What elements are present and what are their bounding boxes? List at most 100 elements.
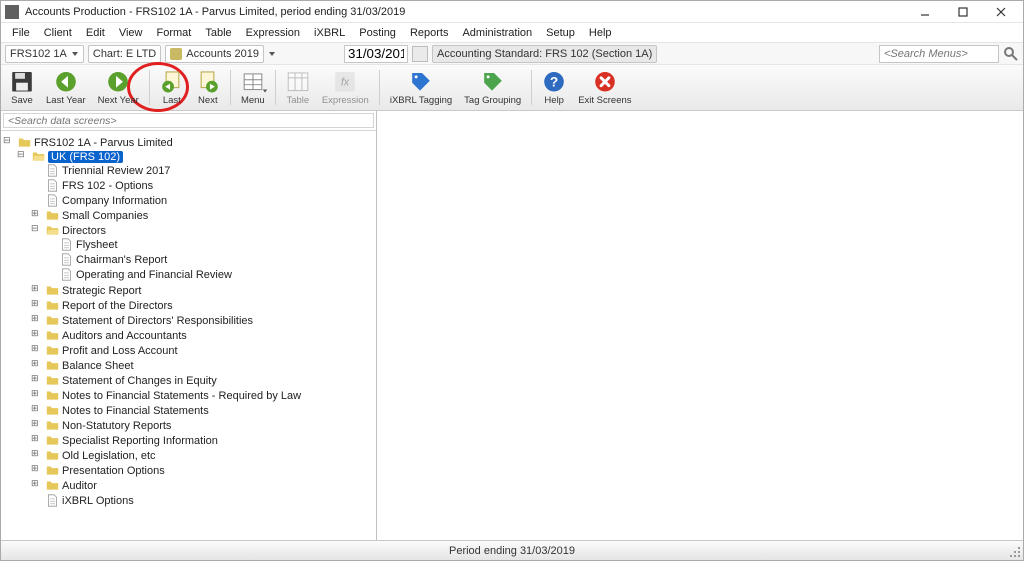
tree-item[interactable]: Auditors and Accountants — [33, 329, 374, 342]
tree-search-input[interactable] — [3, 113, 374, 128]
chip-standard[interactable]: Accounting Standard: FRS 102 (Section 1A… — [432, 45, 657, 63]
tree-selected[interactable]: UK (FRS 102) — [19, 150, 374, 163]
expand-toggle[interactable] — [33, 451, 43, 461]
ribbon-lastyear[interactable]: Last Year — [41, 67, 91, 108]
chip-project[interactable]: FRS102 1A — [5, 45, 84, 63]
ribbon-ixbrl[interactable]: iXBRL Tagging — [385, 67, 457, 108]
chevron-down-icon — [71, 50, 79, 58]
menu-client[interactable]: Client — [37, 25, 79, 41]
tree-item-label: Old Legislation, etc — [62, 450, 156, 462]
folder-icon — [46, 449, 59, 462]
ribbon-help[interactable]: Help — [537, 67, 571, 108]
close-button[interactable] — [983, 2, 1019, 22]
tree-view[interactable]: FRS102 1A - Parvus LimitedUK (FRS 102) Tr… — [1, 131, 376, 540]
menu-expression[interactable]: Expression — [239, 25, 307, 41]
menu-edit[interactable]: Edit — [79, 25, 112, 41]
tree-item-label: Triennial Review 2017 — [62, 165, 170, 177]
ribbon-label: Table — [286, 96, 309, 106]
menu-file[interactable]: File — [5, 25, 37, 41]
expand-toggle[interactable] — [33, 346, 43, 356]
tree-item[interactable]: Operating and Financial Review — [47, 268, 374, 281]
menu-search-input[interactable] — [879, 45, 999, 63]
tree-item[interactable]: Profit and Loss Account — [33, 344, 374, 357]
expand-toggle[interactable] — [33, 301, 43, 311]
expand-toggle[interactable] — [33, 481, 43, 491]
tree-item[interactable]: Auditor — [33, 479, 374, 492]
tree-item[interactable]: Presentation Options — [33, 464, 374, 477]
tree-item[interactable]: Statement of Changes in Equity — [33, 374, 374, 387]
search-icon[interactable] — [1003, 46, 1019, 62]
ribbon-exit[interactable]: Exit Screens — [573, 67, 636, 108]
menu-bar: FileClientEditViewFormatTableExpressioni… — [1, 23, 1023, 43]
tree-root[interactable]: FRS102 1A - Parvus Limited — [5, 136, 374, 149]
minimize-button[interactable] — [907, 2, 943, 22]
ribbon-menu[interactable]: Menu — [236, 67, 270, 108]
tree-item-label: Auditor — [62, 480, 97, 492]
ribbon-next[interactable]: Next — [191, 67, 225, 108]
expand-toggle[interactable] — [33, 421, 43, 431]
tree-item[interactable]: Specialist Reporting Information — [33, 434, 374, 447]
expand-toggle[interactable] — [33, 316, 43, 326]
ribbon-save[interactable]: Save — [5, 67, 39, 108]
tree-item[interactable]: Small Companies — [33, 209, 374, 222]
menu-administration[interactable]: Administration — [455, 25, 539, 41]
expand-toggle[interactable] — [33, 211, 43, 221]
menu-format[interactable]: Format — [149, 25, 198, 41]
menu-table[interactable]: Table — [198, 25, 238, 41]
menu-view[interactable]: View — [112, 25, 150, 41]
context-bar: FRS102 1A Chart: E LTD Accounts 2019 Acc… — [1, 43, 1023, 65]
expand-toggle[interactable] — [33, 226, 43, 236]
menu-reports[interactable]: Reports — [403, 25, 456, 41]
expand-toggle[interactable] — [19, 152, 29, 162]
expand-toggle[interactable] — [33, 331, 43, 341]
expand-toggle[interactable] — [33, 361, 43, 371]
chip-chart-label: Chart: E LTD — [93, 48, 156, 60]
tree-item[interactable]: Notes to Financial Statements - Required… — [33, 389, 374, 402]
expand-toggle[interactable] — [33, 286, 43, 296]
ribbon-last[interactable]: Last — [155, 67, 189, 108]
chip-chart[interactable]: Chart: E LTD — [88, 45, 161, 63]
tree-item[interactable]: Flysheet — [47, 238, 374, 251]
chevron-down-icon[interactable] — [268, 50, 276, 58]
ribbon-label: Next Year — [98, 96, 139, 106]
expand-toggle[interactable] — [5, 138, 15, 148]
tree-item[interactable]: Triennial Review 2017 — [33, 164, 374, 177]
expand-toggle[interactable] — [33, 391, 43, 401]
maximize-button[interactable] — [945, 2, 981, 22]
ribbon-taggrp[interactable]: Tag Grouping — [459, 67, 526, 108]
tree-item[interactable]: Old Legislation, etc — [33, 449, 374, 462]
expand-toggle — [33, 166, 43, 176]
tree-item[interactable]: Notes to Financial Statements — [33, 404, 374, 417]
tree-item[interactable]: Company Information — [33, 194, 374, 207]
folder-icon — [46, 434, 59, 447]
folder-icon — [46, 464, 59, 477]
menu-help[interactable]: Help — [582, 25, 619, 41]
expand-toggle[interactable] — [33, 436, 43, 446]
ribbon-label: Expression — [322, 96, 369, 106]
expand-toggle[interactable] — [33, 376, 43, 386]
tree-item-label: Small Companies — [62, 210, 148, 222]
chip-period[interactable]: Accounts 2019 — [165, 45, 264, 63]
resize-grip[interactable] — [1008, 545, 1022, 559]
menu-setup[interactable]: Setup — [539, 25, 582, 41]
folder-icon — [46, 299, 59, 312]
menu-ixbrl[interactable]: iXBRL — [307, 25, 352, 41]
expand-toggle[interactable] — [33, 406, 43, 416]
tree-item[interactable]: Report of the Directors — [33, 299, 374, 312]
calendar-button[interactable] — [412, 46, 428, 62]
expand-toggle[interactable] — [33, 466, 43, 476]
tree-item[interactable]: Chairman's Report — [47, 253, 374, 266]
tree-item[interactable]: FRS 102 - Options — [33, 179, 374, 192]
tree-item[interactable]: Balance Sheet — [33, 359, 374, 372]
tree-item[interactable]: Statement of Directors' Responsibilities — [33, 314, 374, 327]
ribbon-nextyear[interactable]: Next Year — [93, 67, 144, 108]
tree-item-label: Notes to Financial Statements — [62, 405, 209, 417]
tree-item[interactable]: Directors — [33, 224, 374, 237]
ribbon-separator — [230, 70, 231, 105]
tree-item[interactable]: Strategic Report — [33, 284, 374, 297]
menu-posting[interactable]: Posting — [352, 25, 403, 41]
table-icon — [286, 70, 310, 94]
period-date-input[interactable] — [344, 45, 408, 63]
tree-item[interactable]: iXBRL Options — [33, 494, 374, 507]
tree-item[interactable]: Non-Statutory Reports — [33, 419, 374, 432]
